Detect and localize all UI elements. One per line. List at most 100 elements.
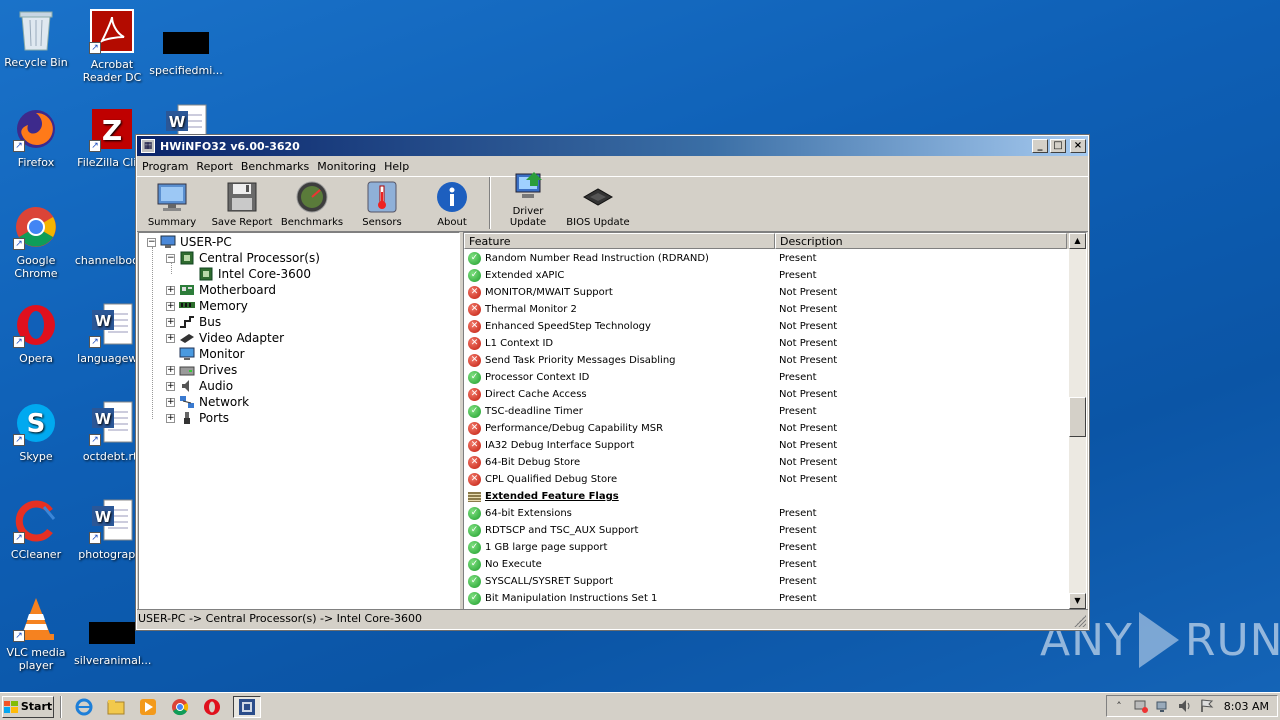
tree-node-central-processors[interactable]: − Central Processor(s): [166, 250, 320, 266]
scroll-thumb[interactable]: [1069, 397, 1086, 437]
cpu-icon: [198, 267, 214, 281]
expand-icon[interactable]: +: [166, 397, 175, 407]
desktop-icon-firefox[interactable]: ↗ Firefox: [0, 106, 74, 169]
opera-icon[interactable]: [201, 696, 223, 718]
feature-row[interactable]: ✕ Send Task Priority Messages Disabling No…: [464, 352, 1070, 369]
redacted-icon: [89, 604, 135, 650]
device-tree[interactable]: − USER-PC − Central Processor(s) Intel C…: [138, 232, 460, 610]
summary-button[interactable]: Summary: [137, 180, 207, 228]
collapse-icon[interactable]: −: [147, 237, 156, 247]
column-header-description[interactable]: Description: [775, 233, 1067, 249]
present-check-icon: ✓: [468, 252, 481, 265]
chrome-icon[interactable]: [169, 696, 191, 718]
desktop-icon-label: CCleaner: [10, 548, 62, 561]
benchmarks-button[interactable]: Benchmarks: [277, 180, 347, 228]
tree-node-bus[interactable]: + Bus: [166, 314, 221, 330]
feature-row[interactable]: ✕ IA32 Debug Interface Support Not Present: [464, 437, 1070, 454]
tree-node-audio[interactable]: + Audio: [166, 378, 233, 394]
minimize-button[interactable]: _: [1032, 139, 1048, 153]
feature-row[interactable]: ✕ L1 Context ID Not Present: [464, 335, 1070, 352]
menu-help[interactable]: Help: [382, 160, 415, 173]
desktop-icon-chrome[interactable]: ↗ Google Chrome: [0, 204, 74, 280]
vertical-scrollbar[interactable]: ▲ ▼: [1069, 233, 1086, 609]
action-center-icon[interactable]: [1133, 698, 1149, 714]
tree-node-root[interactable]: − USER-PC: [147, 234, 232, 250]
tree-node-drives[interactable]: + Drives: [166, 362, 237, 378]
driver-update-button[interactable]: Driver Update: [493, 169, 563, 228]
feature-row[interactable]: ✓ 1 GB large page support Present: [464, 539, 1070, 556]
volume-icon[interactable]: [1177, 698, 1193, 714]
desktop-icon-skype[interactable]: S ↗ Skype: [0, 400, 74, 463]
maximize-button[interactable]: □: [1050, 139, 1066, 153]
about-button[interactable]: About: [417, 180, 487, 228]
feature-row[interactable]: ✕ Thermal Monitor 2 Not Present: [464, 301, 1070, 318]
feature-row[interactable]: ✓ Processor Context ID Present: [464, 369, 1070, 386]
taskbar-clock[interactable]: 8:03 AM: [1224, 700, 1269, 713]
save-report-button[interactable]: Save Report: [207, 180, 277, 228]
desktop-icon-acrobat[interactable]: ↗ Acrobat Reader DC: [74, 8, 150, 84]
desktop-icon-specifiedmi[interactable]: specifiedmi...: [148, 14, 224, 77]
show-hidden-icons-icon[interactable]: ˄: [1111, 698, 1127, 714]
expand-icon[interactable]: +: [166, 301, 175, 311]
window-titlebar[interactable]: ▦ HWiNFO32 v6.00-3620 _ □ ×: [137, 136, 1088, 156]
column-header-feature[interactable]: Feature: [464, 233, 775, 249]
sensors-button[interactable]: Sensors: [347, 180, 417, 228]
feature-row[interactable]: ✕ CPL Qualified Debug Store Not Present: [464, 471, 1070, 488]
collapse-icon[interactable]: −: [166, 253, 175, 263]
explorer-icon[interactable]: [105, 696, 127, 718]
feature-row[interactable]: ✓ Extended xAPIC Present: [464, 267, 1070, 284]
feature-row[interactable]: ✓ 64-bit Extensions Present: [464, 505, 1070, 522]
tree-node-ports[interactable]: + Ports: [166, 410, 229, 426]
expand-icon[interactable]: +: [166, 285, 175, 295]
info-icon: [435, 180, 469, 214]
feature-row[interactable]: ✓ TSC-deadline Timer Present: [464, 403, 1070, 420]
tree-node-motherboard[interactable]: + Motherboard: [166, 282, 276, 298]
start-button[interactable]: Start: [2, 695, 54, 718]
feature-row[interactable]: ✓ SYSCALL/SYSRET Support Present: [464, 573, 1070, 590]
ie-icon[interactable]: [73, 696, 95, 718]
media-player-icon[interactable]: [137, 696, 159, 718]
desktop-icon-vlc[interactable]: ↗ VLC media player: [0, 596, 74, 672]
expand-icon[interactable]: +: [166, 317, 175, 327]
thermometer-icon: [365, 180, 399, 214]
desktop-icon-recycle-bin[interactable]: Recycle Bin: [0, 6, 74, 69]
menu-report[interactable]: Report: [194, 160, 238, 173]
feature-label: L1 Context ID: [485, 338, 554, 349]
flag-icon[interactable]: [1199, 698, 1215, 714]
feature-row[interactable]: ✕ MONITOR/MWAIT Support Not Present: [464, 284, 1070, 301]
expand-icon[interactable]: +: [166, 333, 175, 343]
feature-row[interactable]: ✓ RDTSCP and TSC_AUX Support Present: [464, 522, 1070, 539]
menu-monitoring[interactable]: Monitoring: [315, 160, 382, 173]
scroll-down-button[interactable]: ▼: [1069, 593, 1086, 609]
close-button[interactable]: ×: [1070, 139, 1086, 153]
desktop-icon-ccleaner[interactable]: ↗ CCleaner: [0, 498, 74, 561]
not-present-x-icon: ✕: [468, 337, 481, 350]
tree-node-monitor[interactable]: Monitor: [179, 346, 245, 362]
feature-row[interactable]: ✕ Enhanced SpeedStep Technology Not Presen…: [464, 318, 1070, 335]
feature-list[interactable]: Feature Description ✓ Random Number Read …: [463, 232, 1087, 610]
hwinfo-window: ▦ HWiNFO32 v6.00-3620 _ □ × Program Repo…: [135, 134, 1090, 631]
tree-node-video-adapter[interactable]: + Video Adapter: [166, 330, 284, 346]
desktop-icon-opera[interactable]: ↗ Opera: [0, 302, 74, 365]
network-icon[interactable]: [1155, 698, 1171, 714]
tree-node-cpu[interactable]: Intel Core-3600: [198, 266, 311, 282]
hwinfo-taskbar-button[interactable]: [233, 695, 261, 718]
present-check-icon: ✓: [468, 541, 481, 554]
tree-node-memory[interactable]: + Memory: [166, 298, 248, 314]
tree-node-network[interactable]: + Network: [166, 394, 249, 410]
feature-row[interactable]: ✕ Performance/Debug Capability MSR Not Pre…: [464, 420, 1070, 437]
feature-row[interactable]: ✕ Direct Cache Access Not Present: [464, 386, 1070, 403]
menu-benchmarks[interactable]: Benchmarks: [239, 160, 315, 173]
expand-icon[interactable]: +: [166, 381, 175, 391]
feature-row[interactable]: ✕ 64-Bit Debug Store Not Present: [464, 454, 1070, 471]
feature-row[interactable]: ✓ No Execute Present: [464, 556, 1070, 573]
bios-update-button[interactable]: BIOS Update: [563, 180, 633, 228]
section-header-row[interactable]: Extended Feature Flags: [464, 488, 1070, 505]
expand-icon[interactable]: +: [166, 365, 175, 375]
feature-row[interactable]: ✓ Random Number Read Instruction (RDRAND)…: [464, 250, 1070, 267]
menu-program[interactable]: Program: [140, 160, 194, 173]
expand-icon[interactable]: +: [166, 413, 175, 423]
feature-row[interactable]: ✓ Bit Manipulation Instructions Set 1 Pres…: [464, 590, 1070, 607]
scroll-up-button[interactable]: ▲: [1069, 233, 1086, 249]
resize-grip-icon[interactable]: [1074, 615, 1086, 627]
